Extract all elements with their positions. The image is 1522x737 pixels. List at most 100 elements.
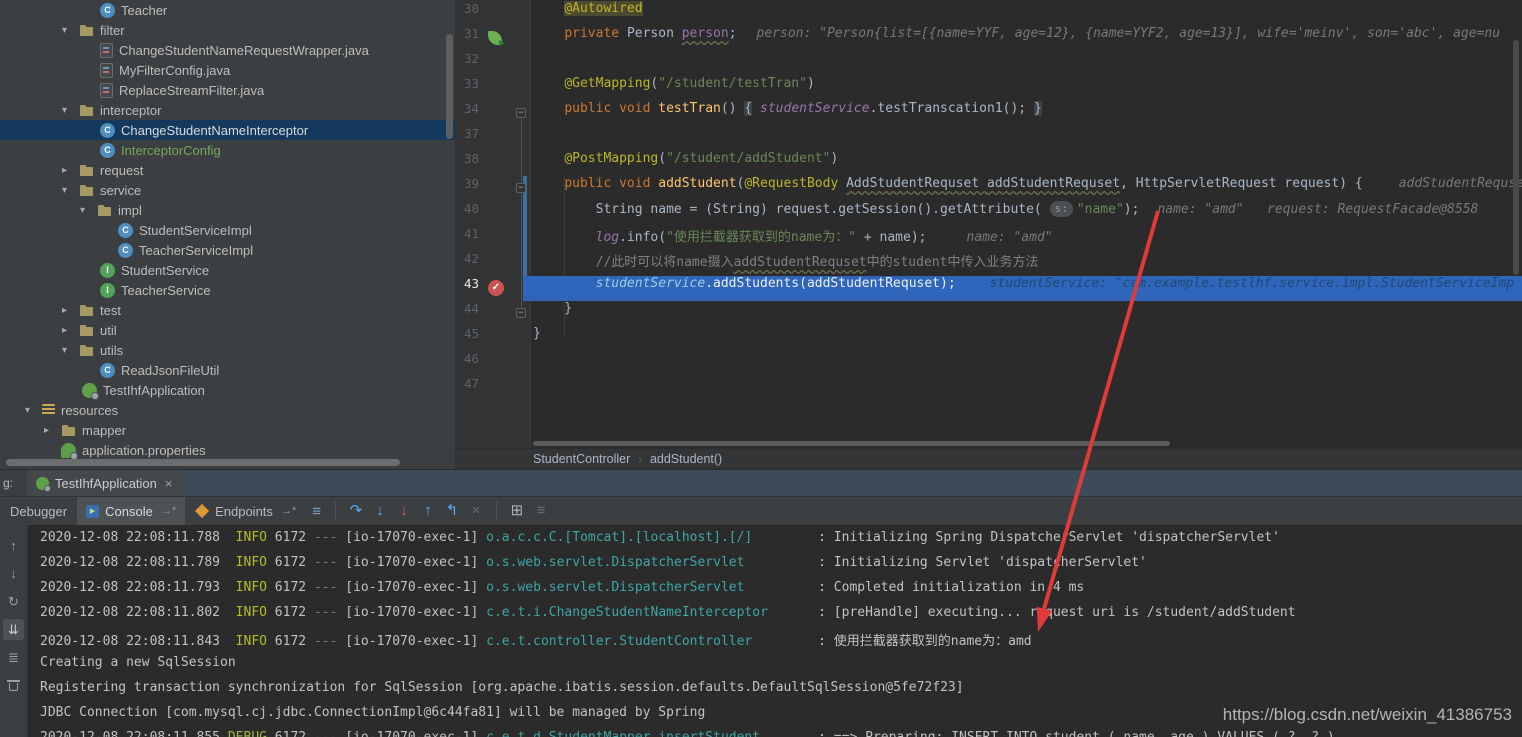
line-number[interactable]: 32 xyxy=(455,51,479,66)
line-number[interactable]: 40 xyxy=(455,201,479,216)
view-breakpoints-icon[interactable]: ⊞ xyxy=(505,498,529,524)
pin-icon[interactable]: →* xyxy=(281,505,296,517)
jump-up-icon[interactable]: ↑ xyxy=(3,535,24,556)
fold-marker-icon[interactable]: − xyxy=(516,183,526,193)
close-icon[interactable]: × xyxy=(165,476,173,491)
expand-arrow-icon[interactable]: ▸ xyxy=(62,325,79,336)
code-line-42[interactable]: 42 //此时可以将name摄入addStudentRequset中的stude… xyxy=(455,251,1522,276)
line-number[interactable]: 37 xyxy=(455,126,479,141)
tree-item-resources[interactable]: ▾resources xyxy=(0,400,455,420)
code-text: } xyxy=(533,326,541,341)
tree-item-replacestreamfilter-java[interactable]: ReplaceStreamFilter.java xyxy=(0,80,455,100)
collapse-arrow-icon[interactable]: ▾ xyxy=(80,205,97,216)
force-step-into-icon[interactable]: ↓ xyxy=(392,498,416,524)
project-horizontal-scrollbar[interactable] xyxy=(6,459,400,466)
soft-wrap-icon[interactable]: ≣ xyxy=(3,647,24,668)
line-number[interactable]: 42 xyxy=(455,251,479,266)
expand-arrow-icon[interactable]: ▸ xyxy=(62,305,79,316)
line-number[interactable]: 38 xyxy=(455,151,479,166)
code-line-32[interactable]: 32 xyxy=(455,51,1522,76)
spring-bean-icon[interactable] xyxy=(488,31,502,45)
line-number[interactable]: 30 xyxy=(455,1,479,16)
collapse-arrow-icon[interactable]: ▾ xyxy=(62,25,79,36)
tree-item-interceptorconfig[interactable]: CInterceptorConfig xyxy=(0,140,455,160)
code-line-41[interactable]: 41 log.info("使用拦截器获取到的name为：" + name);na… xyxy=(455,226,1522,251)
line-number[interactable]: 45 xyxy=(455,326,479,341)
breadcrumb-method[interactable]: addStudent() xyxy=(650,452,722,466)
tree-item-application-properties[interactable]: application.properties xyxy=(0,440,455,460)
expand-arrow-icon[interactable]: ▸ xyxy=(62,165,79,176)
pin-icon[interactable]: →* xyxy=(161,505,176,517)
code-line-38[interactable]: 38 @PostMapping("/student/addStudent") xyxy=(455,151,1522,176)
project-vertical-scrollbar[interactable] xyxy=(446,34,453,139)
expand-arrow-icon[interactable]: ▸ xyxy=(44,425,61,436)
line-number[interactable]: 31 xyxy=(455,26,479,41)
collapse-arrow-icon[interactable]: ▾ xyxy=(62,105,79,116)
step-out-icon[interactable]: ↑ xyxy=(416,498,440,524)
code-line-46[interactable]: 46 xyxy=(455,351,1522,376)
line-number[interactable]: 43 xyxy=(455,276,479,291)
collapse-arrow-icon[interactable]: ▾ xyxy=(62,345,79,356)
clear-console-icon[interactable] xyxy=(8,679,19,691)
tree-item-interceptor[interactable]: ▾interceptor xyxy=(0,100,455,120)
tree-item-studentserviceimpl[interactable]: CStudentServiceImpl xyxy=(0,220,455,240)
step-over-icon[interactable]: ↷ xyxy=(344,498,368,524)
code-line-43[interactable]: 43✓ studentService.addStudents(addStuden… xyxy=(455,276,1522,301)
line-number[interactable]: 47 xyxy=(455,376,479,391)
code-line-31[interactable]: 31 private Person person;person: "Person… xyxy=(455,26,1522,51)
line-number[interactable]: 46 xyxy=(455,351,479,366)
tab-debugger[interactable]: Debugger xyxy=(10,504,67,519)
stop-icon[interactable]: × xyxy=(464,498,488,524)
jump-down-icon[interactable]: ↓ xyxy=(3,563,24,584)
tab-endpoints[interactable]: Endpoints →* xyxy=(195,504,296,519)
line-number[interactable]: 33 xyxy=(455,76,479,91)
tree-item-teacherservice[interactable]: ITeacherService xyxy=(0,280,455,300)
tab-console[interactable]: ▶ Console →* xyxy=(77,497,185,525)
line-number[interactable]: 44 xyxy=(455,301,479,316)
tree-item-changestudentnamerequestwrapper-java[interactable]: ChangeStudentNameRequestWrapper.java xyxy=(0,40,455,60)
breadcrumb-class[interactable]: StudentController xyxy=(533,452,630,466)
code-line-40[interactable]: 40 String name = (String) request.getSes… xyxy=(455,201,1522,226)
tree-item-request[interactable]: ▸request xyxy=(0,160,455,180)
menu-icon[interactable]: ≡ xyxy=(312,503,321,520)
tree-item-myfilterconfig-java[interactable]: MyFilterConfig.java xyxy=(0,60,455,80)
fold-marker-icon[interactable]: − xyxy=(516,308,526,318)
line-number[interactable]: 41 xyxy=(455,226,479,241)
drop-frame-icon[interactable]: ↰ xyxy=(440,498,464,524)
tree-item-mapper[interactable]: ▸mapper xyxy=(0,420,455,440)
code-line-47[interactable]: 47 xyxy=(455,376,1522,401)
mute-breakpoints-icon[interactable]: ≡ xyxy=(529,498,553,524)
tree-item-changestudentnameinterceptor[interactable]: CChangeStudentNameInterceptor xyxy=(0,120,455,140)
tree-item-readjsonfileutil[interactable]: CReadJsonFileUtil xyxy=(0,360,455,380)
editor-vertical-scrollbar[interactable] xyxy=(1513,40,1519,275)
tree-item-utils[interactable]: ▾utils xyxy=(0,340,455,360)
collapse-arrow-icon[interactable]: ▾ xyxy=(62,185,79,196)
fold-marker-icon[interactable]: − xyxy=(516,108,526,118)
tree-item-service[interactable]: ▾service xyxy=(0,180,455,200)
rerun-icon[interactable]: ↻ xyxy=(3,591,24,612)
line-number[interactable]: 34 xyxy=(455,101,479,116)
tree-item-studentservice[interactable]: IStudentService xyxy=(0,260,455,280)
run-config-tab[interactable]: TestIhfApplication × xyxy=(27,470,182,496)
tree-item-testihfapplication[interactable]: TestIhfApplication xyxy=(0,380,455,400)
tree-item-teacher[interactable]: CTeacher xyxy=(0,0,455,20)
code-line-34[interactable]: 34− public void testTran() { studentServ… xyxy=(455,101,1522,126)
editor-panel[interactable]: 30 @Autowired31 private Person person;pe… xyxy=(455,0,1522,448)
code-line-37[interactable]: 37 xyxy=(455,126,1522,151)
scroll-to-end-icon[interactable]: ⇊ xyxy=(3,619,24,640)
tree-item-impl[interactable]: ▾impl xyxy=(0,200,455,220)
breakpoint-icon[interactable]: ✓ xyxy=(488,280,504,296)
code-line-30[interactable]: 30 @Autowired xyxy=(455,1,1522,26)
code-line-44[interactable]: 44− } xyxy=(455,301,1522,326)
code-line-33[interactable]: 33 @GetMapping("/student/testTran") xyxy=(455,76,1522,101)
code-line-45[interactable]: 45} xyxy=(455,326,1522,351)
tree-item-filter[interactable]: ▾filter xyxy=(0,20,455,40)
tree-item-test[interactable]: ▸test xyxy=(0,300,455,320)
tree-item-util[interactable]: ▸util xyxy=(0,320,455,340)
tree-item-teacherserviceimpl[interactable]: CTeacherServiceImpl xyxy=(0,240,455,260)
collapse-arrow-icon[interactable]: ▾ xyxy=(25,405,42,416)
code-line-39[interactable]: 39− public void addStudent(@RequestBody … xyxy=(455,176,1522,201)
line-number[interactable]: 39 xyxy=(455,176,479,191)
step-into-icon[interactable]: ↓ xyxy=(368,498,392,524)
editor-horizontal-scrollbar[interactable] xyxy=(533,441,1170,446)
